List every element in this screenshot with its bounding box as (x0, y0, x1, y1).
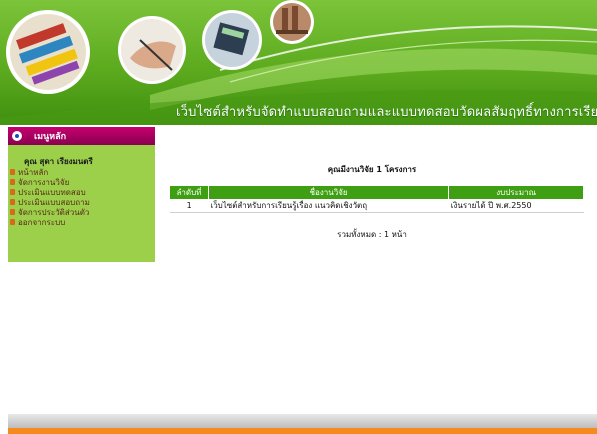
table-row: 1 เว็บไซต์สำหรับการเรียนรู้เรื่อง แนวคิด… (170, 199, 584, 213)
table-header-row: ลำดับที่ ชื่องานวิจัย งบประมาณ (170, 186, 584, 199)
writing-hand-photo (118, 16, 186, 84)
menu-item-logout[interactable]: ออกจากระบบ (10, 217, 90, 227)
menu-item-label: ออกจากระบบ (18, 217, 66, 227)
content-title: คุณมีงานวิจัย 1 โครงการ (327, 165, 417, 174)
menu-title: เมนูหลัก (34, 132, 67, 142)
menu-icon (12, 131, 22, 141)
footer-bar (8, 414, 597, 428)
bullet-icon (10, 219, 15, 225)
books-photo (6, 10, 90, 94)
building-photo (270, 0, 314, 44)
site-title: เว็บไซต์สำหรับจัดทำแบบสอบถามและแบบทดสอบว… (176, 105, 597, 120)
cell-research-name[interactable]: เว็บไซต์สำหรับการเรียนรู้เรื่อง แนวคิดเช… (208, 199, 449, 213)
bullet-icon (10, 169, 15, 175)
site-banner: เว็บไซต์สำหรับจัดทำแบบสอบถามและแบบทดสอบว… (0, 0, 597, 125)
cell-no: 1 (170, 199, 209, 213)
column-header-name: ชื่องานวิจัย (208, 186, 450, 199)
research-table: ลำดับที่ ชื่องานวิจัย งบประมาณ 1 เว็บไซต… (170, 186, 584, 213)
bullet-icon (10, 199, 15, 205)
pager-summary: รวมทั้งหมด : 1 หน้า (337, 230, 407, 239)
bullet-icon (10, 189, 15, 195)
bullet-icon (10, 209, 15, 215)
cell-budget: เงินรายได้ ปี พ.ศ.2550 (448, 199, 584, 213)
sidebar: เมนูหลัก คุณ สุดา เรียงมนตรี หน้าหลัก จั… (8, 127, 155, 262)
menu-header: เมนูหลัก (8, 127, 155, 145)
footer-accent-line (8, 428, 597, 434)
bullet-icon (10, 179, 15, 185)
column-header-no: ลำดับที่ (170, 186, 209, 199)
column-header-budget: งบประมาณ (448, 186, 584, 199)
calculator-photo (202, 10, 262, 70)
menu-list: หน้าหลัก จัดการงานวิจัย ประเมินแบบทดสอบ … (10, 167, 90, 227)
